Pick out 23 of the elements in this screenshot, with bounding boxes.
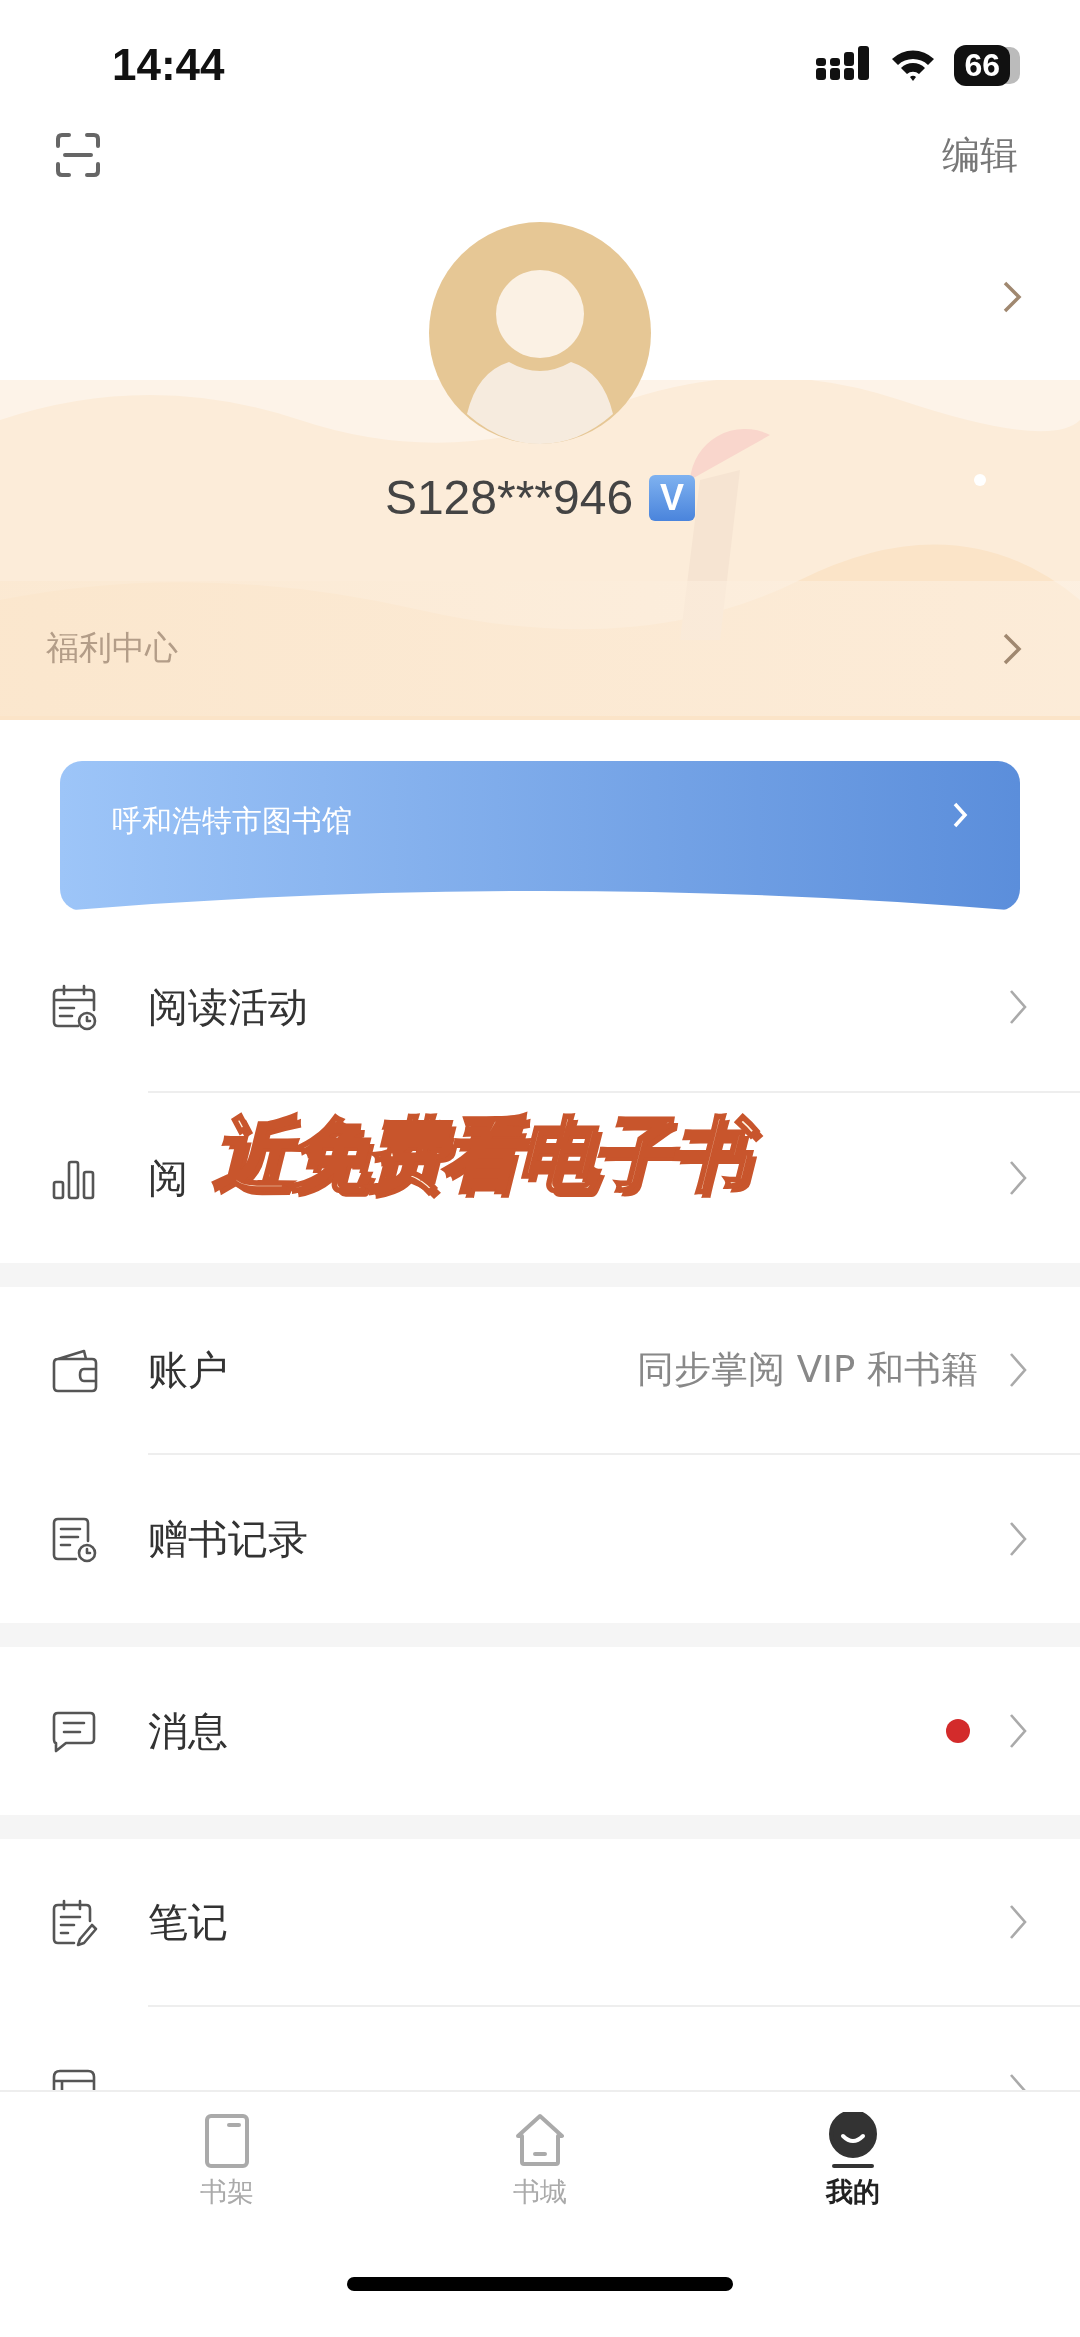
- menu-item[interactable]: 赠书记录: [148, 1511, 308, 1567]
- house-icon: [516, 2112, 564, 2168]
- menu-item[interactable]: 笔记: [148, 1894, 228, 1950]
- scan-icon[interactable]: [55, 132, 101, 178]
- edit-button[interactable]: 编辑: [942, 129, 1018, 181]
- status-time: 14:44: [112, 40, 225, 90]
- wallet-icon: [50, 1347, 98, 1395]
- library-name: 呼和浩特市图书馆: [112, 802, 352, 840]
- username: S128***946: [384, 470, 634, 525]
- overlay-caption: 近免费看电子书: [195, 1095, 773, 1225]
- menu-item[interactable]: 阅: [148, 1150, 188, 1206]
- menu-item[interactable]: 阅读活动: [148, 979, 308, 1035]
- menu-detail: 同步掌阅 VIP 和书籍: [636, 1347, 978, 1393]
- welfare-center-label: 福利中心: [46, 627, 178, 669]
- vip-badge: V: [649, 474, 696, 521]
- calendar-clock-icon: [50, 984, 98, 1032]
- notepad-pencil-icon: [50, 1899, 98, 1947]
- menu-item[interactable]: 账户: [148, 1342, 228, 1398]
- document-clock-icon: [50, 1515, 98, 1563]
- person-icon: [829, 2112, 878, 2168]
- menu-item[interactable]: 消息: [148, 1703, 228, 1759]
- wifi-icon: [890, 47, 937, 83]
- tab-item[interactable]: 我的: [773, 2112, 934, 2232]
